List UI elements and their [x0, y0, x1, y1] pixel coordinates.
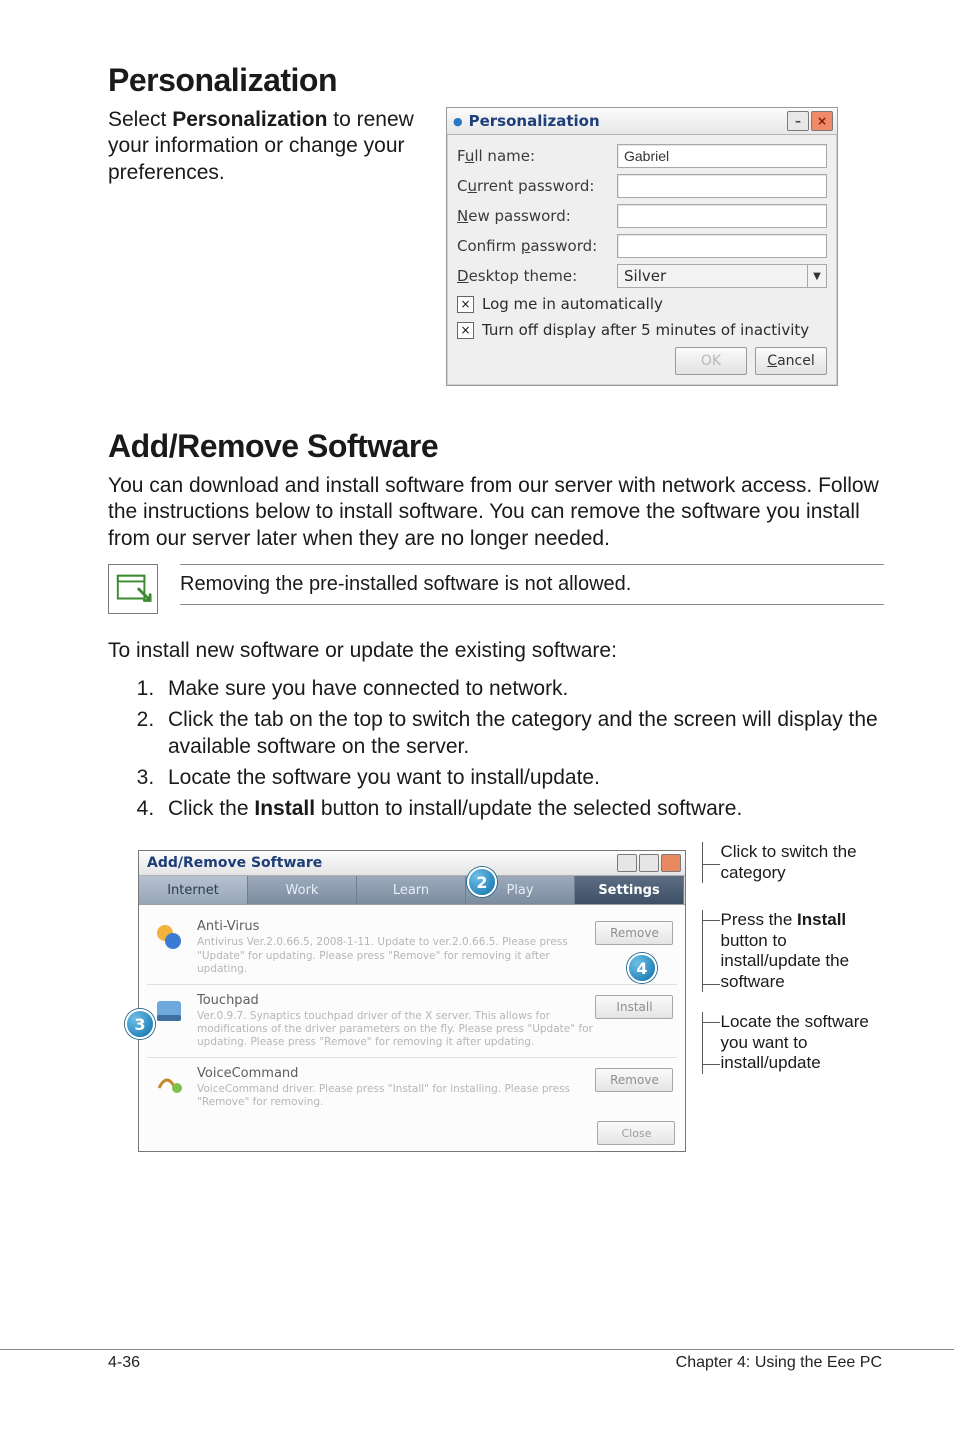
text-bold: Personalization — [172, 108, 327, 131]
heading-personalization: Personalization — [108, 62, 884, 99]
note-text: Removing the pre-installed software is n… — [180, 564, 884, 605]
dialog-titlebar[interactable]: ● Personalization – × — [447, 108, 837, 135]
package-desc: Antivirus Ver.2.0.66.5, 2008-1-11. Updat… — [197, 936, 595, 975]
footer-page-number: 4-36 — [108, 1354, 140, 1372]
package-name: VoiceCommand — [197, 1066, 595, 1081]
annot-locate: Locate the software you want to install/… — [720, 1012, 868, 1072]
checkbox-label: Log me in automatically — [482, 295, 663, 313]
ar-tabs: Internet Work Learn Play Settings — [139, 876, 685, 905]
package-row-voicecommand: VoiceCommand VoiceCommand driver. Please… — [147, 1058, 677, 1117]
antivirus-icon — [151, 919, 187, 955]
step-4: Click the Install button to install/upda… — [160, 796, 884, 823]
step-2: Click the tab on the top to switch the c… — [160, 707, 884, 761]
page-footer: 4-36 Chapter 4: Using the Eee PC — [0, 1349, 954, 1372]
label-current-password: Current password: — [457, 177, 617, 195]
step-3: Locate the software you want to install/… — [160, 765, 884, 792]
package-desc: VoiceCommand driver. Please press "Insta… — [197, 1083, 595, 1109]
package-name: Anti-Virus — [197, 919, 595, 934]
select-value: Silver — [618, 267, 807, 285]
text: button to install/update the selected so… — [315, 797, 742, 820]
checkbox-icon: × — [457, 296, 474, 313]
field-confirm-password: Confirm password: — [457, 231, 827, 261]
checkbox-label: Turn off display after 5 minutes of inac… — [482, 321, 809, 339]
label-new-password: New password: — [457, 207, 617, 225]
minimize-button[interactable]: – — [787, 111, 809, 131]
close-button[interactable]: × — [811, 111, 833, 131]
cancel-button[interactable]: Cancel — [755, 347, 827, 375]
dialog-add-remove: Add/Remove Software Internet Work Learn … — [138, 850, 686, 1152]
close-icon: × — [817, 114, 827, 128]
annot-category: Click to switch the category — [720, 842, 856, 881]
label-confirm-password: Confirm password: — [457, 237, 617, 255]
field-full-name: Full name: — [457, 141, 827, 171]
checkbox-icon: × — [457, 322, 474, 339]
text-bold: Install — [254, 797, 315, 820]
tab-settings[interactable]: Settings — [575, 876, 684, 904]
remove-button[interactable]: Remove — [595, 921, 673, 945]
add-remove-body: You can download and install software fr… — [108, 473, 884, 552]
annot-install: Press the Install button to install/upda… — [720, 910, 849, 990]
label-desktop-theme: Desktop theme: — [457, 267, 617, 285]
step-1: Make sure you have connected to network. — [160, 676, 884, 703]
dialog-body: Full name: Current password: New passwor… — [447, 135, 837, 385]
package-desc: Ver.0.9.7. Synaptics touchpad driver of … — [197, 1010, 595, 1049]
checkbox-turn-off-display[interactable]: × Turn off display after 5 minutes of in… — [457, 317, 827, 343]
dialog-title: Personalization — [469, 112, 600, 130]
ar-title: Add/Remove Software — [147, 855, 322, 871]
maximize-button[interactable] — [639, 854, 659, 872]
close-dialog-button[interactable]: Close — [597, 1121, 675, 1145]
minus-icon: – — [795, 114, 801, 128]
input-new-password[interactable] — [617, 204, 827, 228]
note-box: Removing the pre-installed software is n… — [108, 564, 884, 614]
voice-icon — [151, 1066, 187, 1102]
button-label: Cancel — [767, 353, 814, 369]
install-button[interactable]: Install — [595, 995, 673, 1019]
checkbox-log-me-in[interactable]: × Log me in automatically — [457, 291, 827, 317]
touchpad-icon — [151, 993, 187, 1029]
button-label: OK — [701, 353, 721, 369]
field-current-password: Current password: — [457, 171, 827, 201]
close-button[interactable] — [661, 854, 681, 872]
ar-content: Anti-Virus Antivirus Ver.2.0.66.5, 2008-… — [139, 905, 685, 1151]
personalization-row: Select Personalization to renew your inf… — [108, 107, 884, 386]
input-full-name[interactable] — [617, 144, 827, 168]
remove-button[interactable]: Remove — [595, 1068, 673, 1092]
heading-add-remove: Add/Remove Software — [108, 428, 884, 465]
footer-chapter: Chapter 4: Using the Eee PC — [676, 1354, 882, 1372]
steps-list: Make sure you have connected to network.… — [108, 676, 884, 822]
minimize-button[interactable] — [617, 854, 637, 872]
note-icon — [108, 564, 158, 614]
title-dot-icon: ● — [453, 115, 463, 128]
input-confirm-password[interactable] — [617, 234, 827, 258]
text: Click the — [168, 797, 254, 820]
ok-button[interactable]: OK — [675, 347, 747, 375]
text: Select — [108, 108, 172, 131]
package-row-touchpad: Touchpad Ver.0.9.7. Synaptics touchpad d… — [147, 985, 677, 1058]
dialog-personalization: ● Personalization – × Full name: Current… — [446, 107, 838, 386]
personalization-body: Select Personalization to renew your inf… — [108, 107, 426, 186]
chevron-down-icon: ▼ — [807, 265, 826, 287]
label-full-name: Full name: — [457, 147, 617, 165]
steps-intro: To install new software or update the ex… — [108, 638, 884, 664]
package-row-antivirus: Anti-Virus Antivirus Ver.2.0.66.5, 2008-… — [147, 911, 677, 984]
input-current-password[interactable] — [617, 174, 827, 198]
tab-work[interactable]: Work — [248, 876, 357, 904]
tab-internet[interactable]: Internet — [139, 876, 248, 904]
package-name: Touchpad — [197, 993, 595, 1008]
tab-learn[interactable]: Learn — [357, 876, 466, 904]
field-desktop-theme: Desktop theme: Silver ▼ — [457, 261, 827, 291]
select-desktop-theme[interactable]: Silver ▼ — [617, 264, 827, 288]
field-new-password: New password: — [457, 201, 827, 231]
ar-titlebar[interactable]: Add/Remove Software — [139, 851, 685, 876]
